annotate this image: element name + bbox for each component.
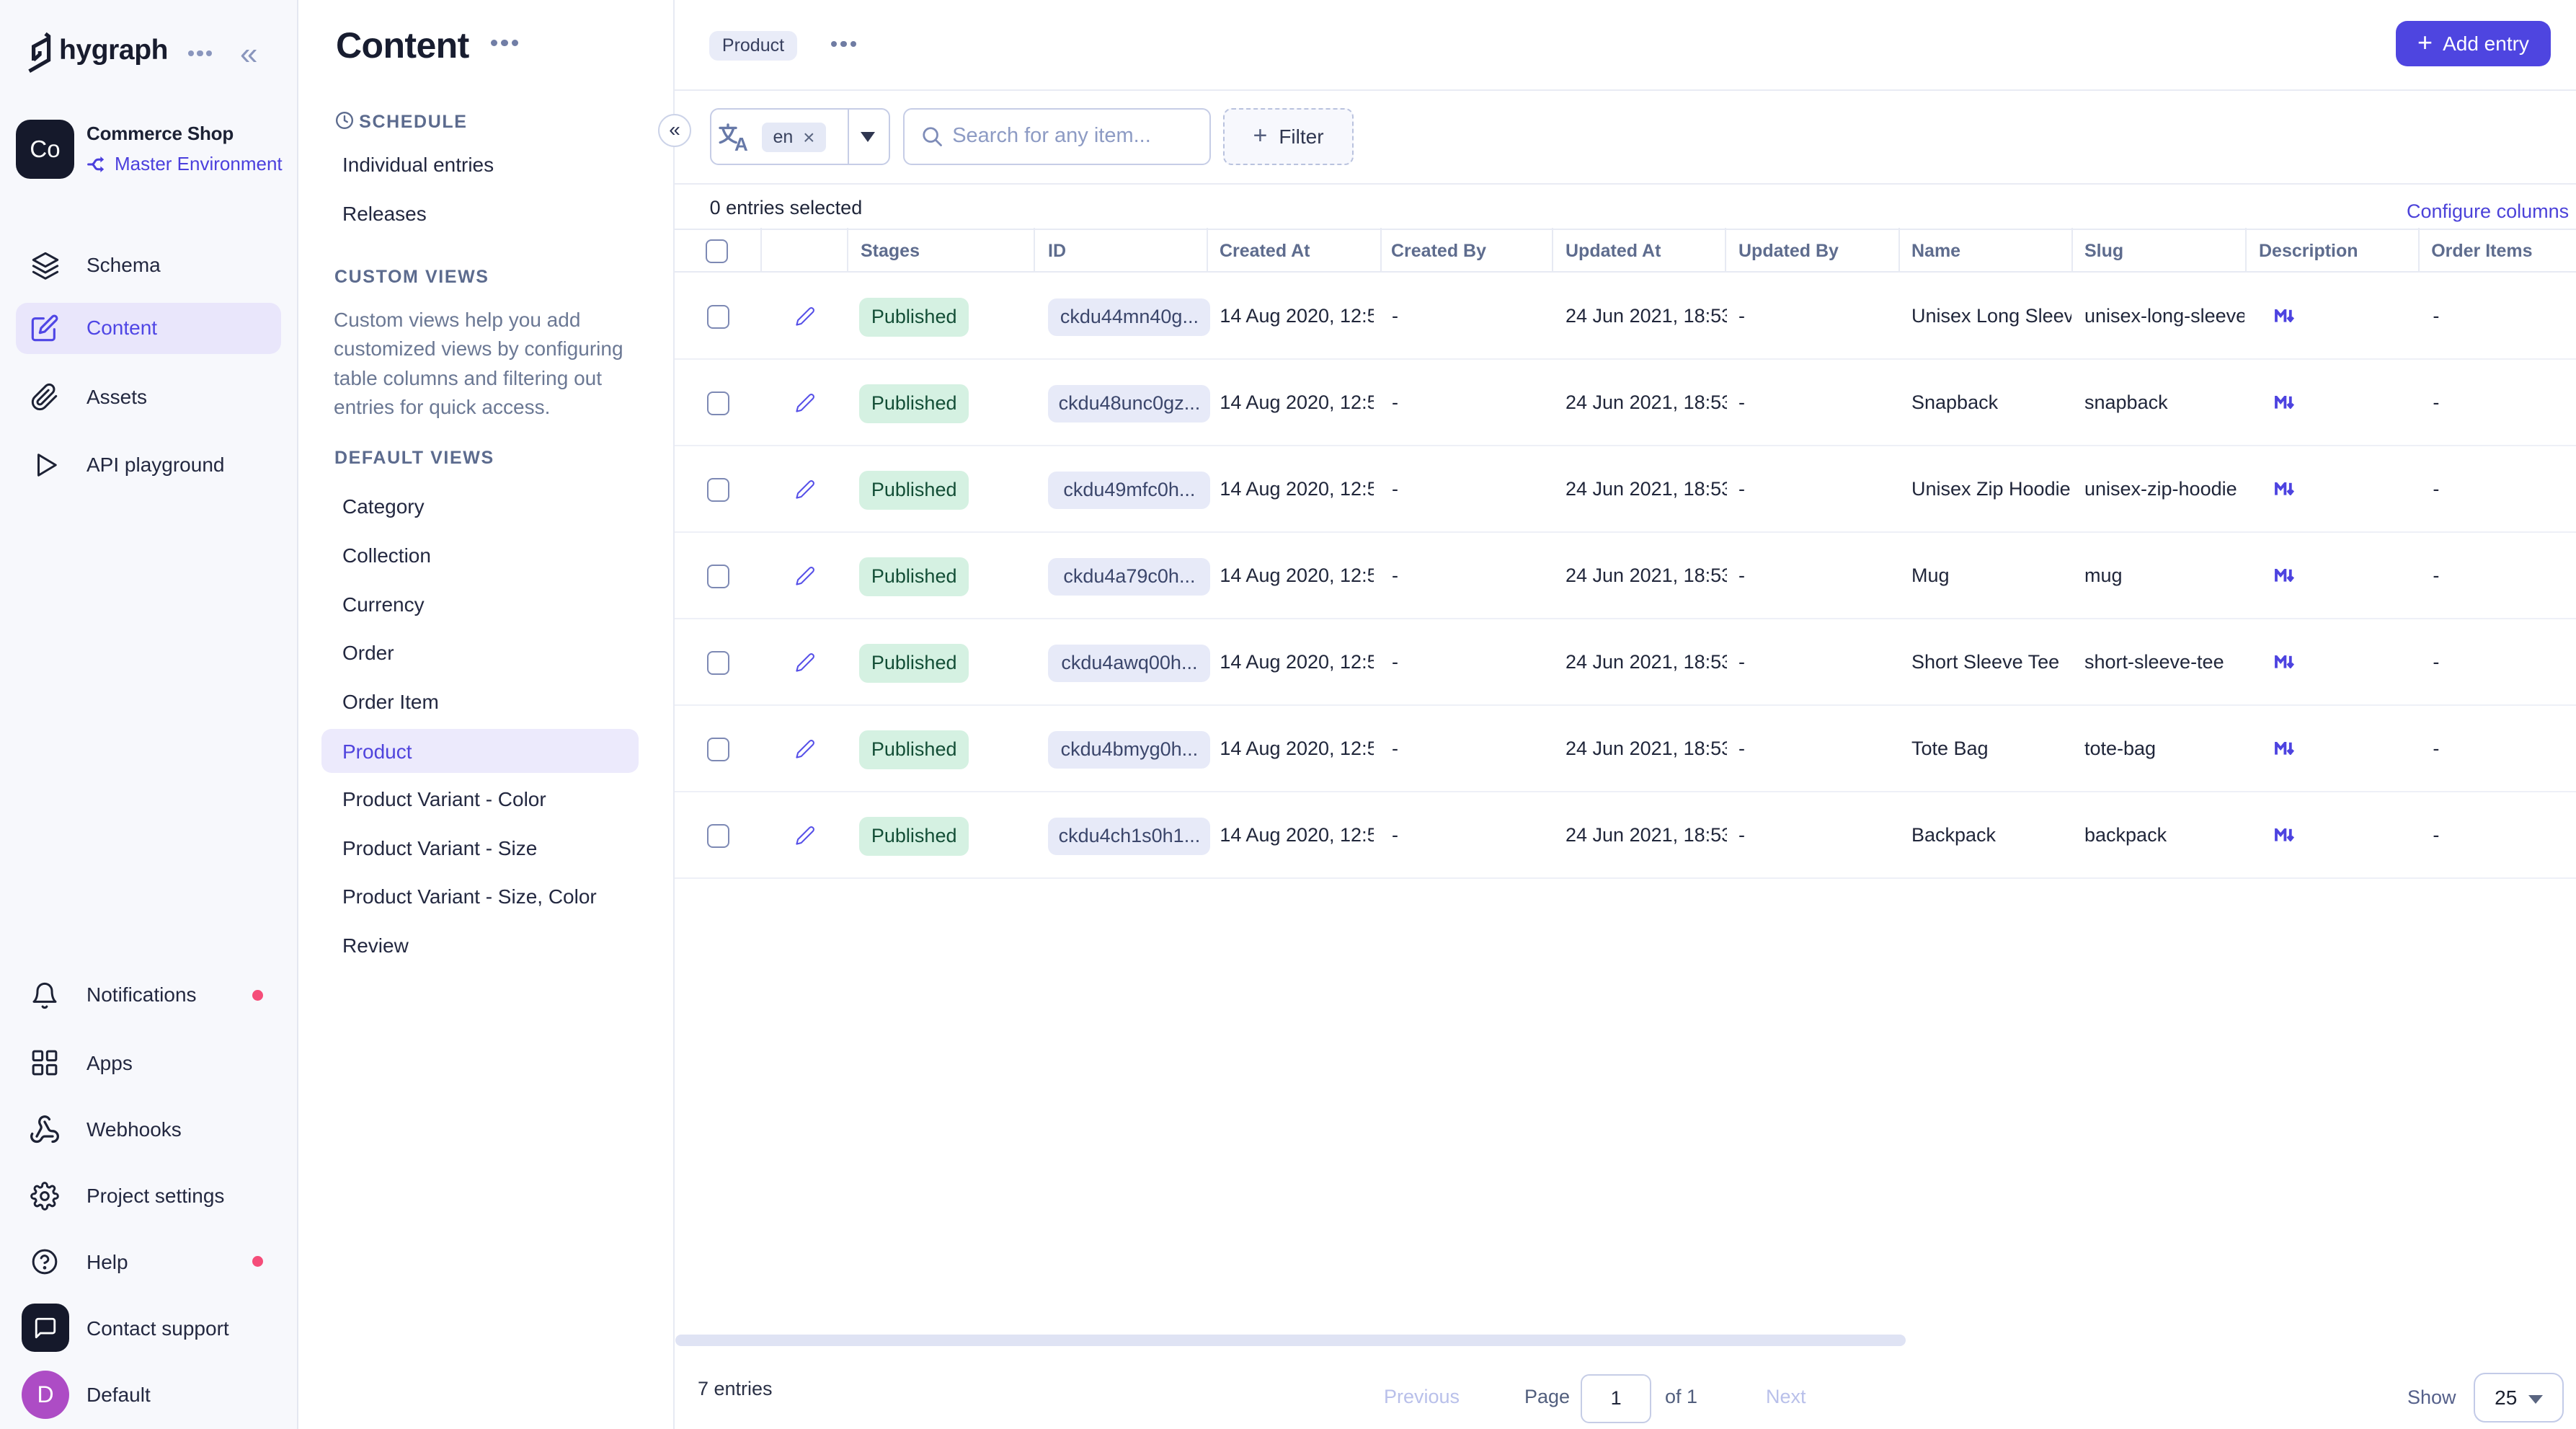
svg-text:A: A: [734, 133, 748, 152]
